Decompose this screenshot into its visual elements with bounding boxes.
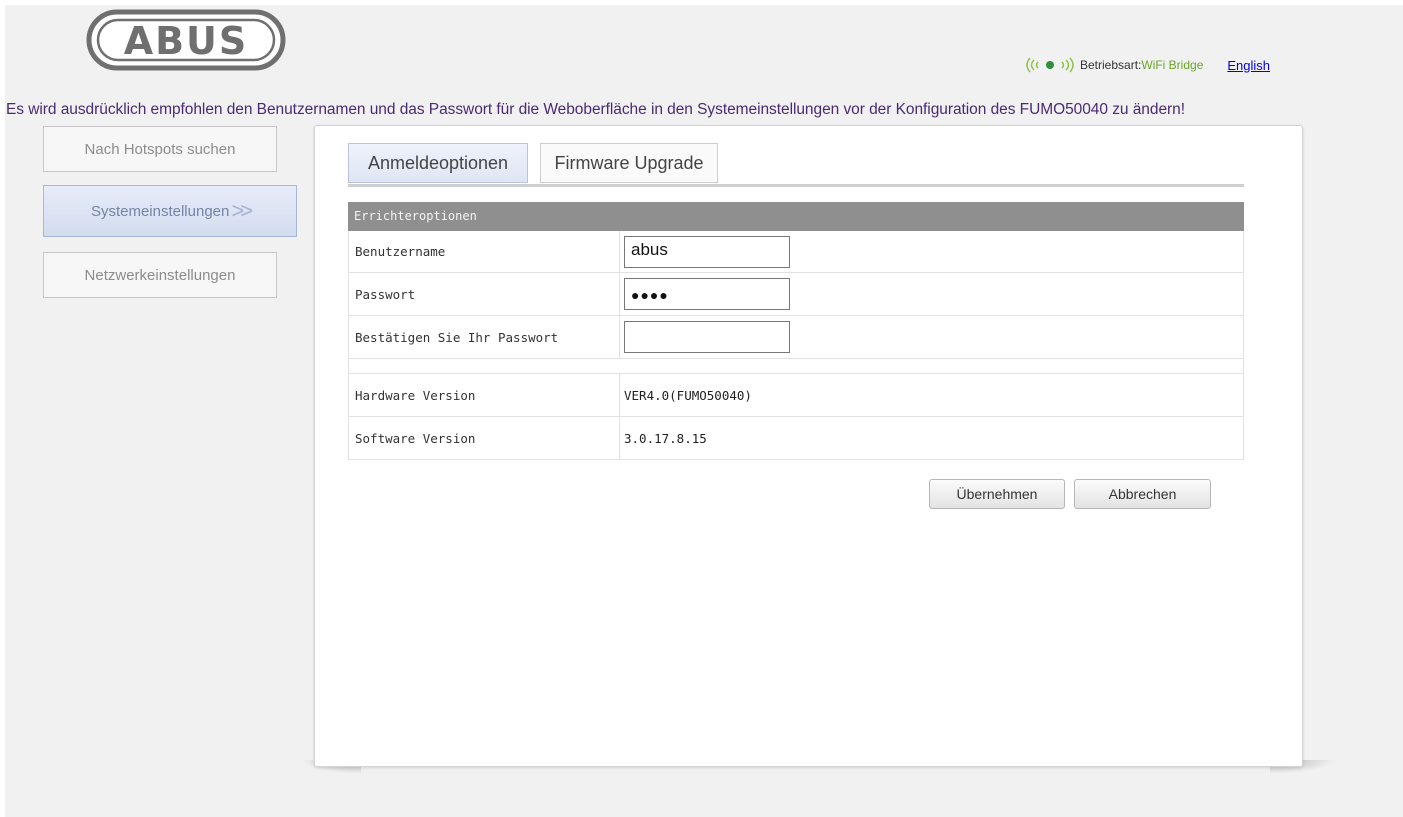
password-input[interactable]: ●●●● <box>624 278 790 310</box>
language-link-english[interactable]: English <box>1227 58 1270 73</box>
mode-value: WiFi Bridge <box>1141 58 1204 72</box>
sidebar-item-label: Netzwerkeinstellungen <box>84 266 236 284</box>
apply-button[interactable]: Übernehmen <box>929 479 1065 509</box>
hardware-version-label: Hardware Version <box>355 387 476 403</box>
username-input[interactable]: abus <box>624 236 790 268</box>
password-row: Passwort ●●●● <box>348 273 1244 316</box>
username-row: Benutzername abus <box>348 231 1244 273</box>
security-warning: Es wird ausdrücklich empfohlen den Benut… <box>6 101 1185 118</box>
hardware-version-row: Hardware Version VER4.0(FUMO50040) <box>348 374 1244 417</box>
sidebar-item-network-settings[interactable]: Netzwerkeinstellungen <box>43 252 277 298</box>
column-divider <box>619 374 620 416</box>
cancel-button[interactable]: Abbrechen <box>1074 479 1211 509</box>
sidebar-item-hotspot-search[interactable]: Nach Hotspots suchen <box>43 126 277 172</box>
software-version-row: Software Version 3.0.17.8.15 <box>348 417 1244 460</box>
hardware-version-value: VER4.0(FUMO50040) <box>624 387 752 403</box>
section-header: Errichteroptionen <box>348 202 1244 231</box>
tab-firmware-upgrade[interactable]: Firmware Upgrade <box>540 143 718 183</box>
tab-label: Anmeldeoptionen <box>367 152 509 173</box>
username-label: Benutzername <box>355 244 446 259</box>
column-divider <box>619 316 620 358</box>
sidebar-item-label: Systemeinstellungen <box>90 202 230 220</box>
confirm-password-label: Bestätigen Sie Ihr Passwort <box>355 329 559 345</box>
confirm-password-input[interactable] <box>624 321 790 353</box>
spacer-row <box>348 359 1244 374</box>
column-divider <box>619 273 620 315</box>
abus-logo: ABUS <box>86 9 286 71</box>
column-divider <box>619 417 620 459</box>
sidebar-item-label: Nach Hotspots suchen <box>84 140 236 158</box>
tab-label: Firmware Upgrade <box>554 152 704 173</box>
tab-login-options[interactable]: Anmeldeoptionen <box>348 143 528 183</box>
confirm-password-row: Bestätigen Sie Ihr Passwort <box>348 316 1244 359</box>
software-version-label: Software Version <box>355 430 476 446</box>
svg-text:ABUS: ABUS <box>124 19 249 63</box>
software-version-value: 3.0.17.8.15 <box>624 430 707 446</box>
wifi-signal-icon <box>1026 57 1074 73</box>
header-status: Betriebsart: WiFi Bridge English <box>1022 53 1270 77</box>
mode-label: Betriebsart: <box>1080 58 1142 72</box>
tab-underline <box>348 184 1244 187</box>
double-chevron-right-icon: >> <box>231 198 253 223</box>
sidebar-item-system-settings[interactable]: Systemeinstellungen >> <box>43 185 297 237</box>
column-divider <box>619 231 620 272</box>
password-label: Passwort <box>355 286 416 302</box>
